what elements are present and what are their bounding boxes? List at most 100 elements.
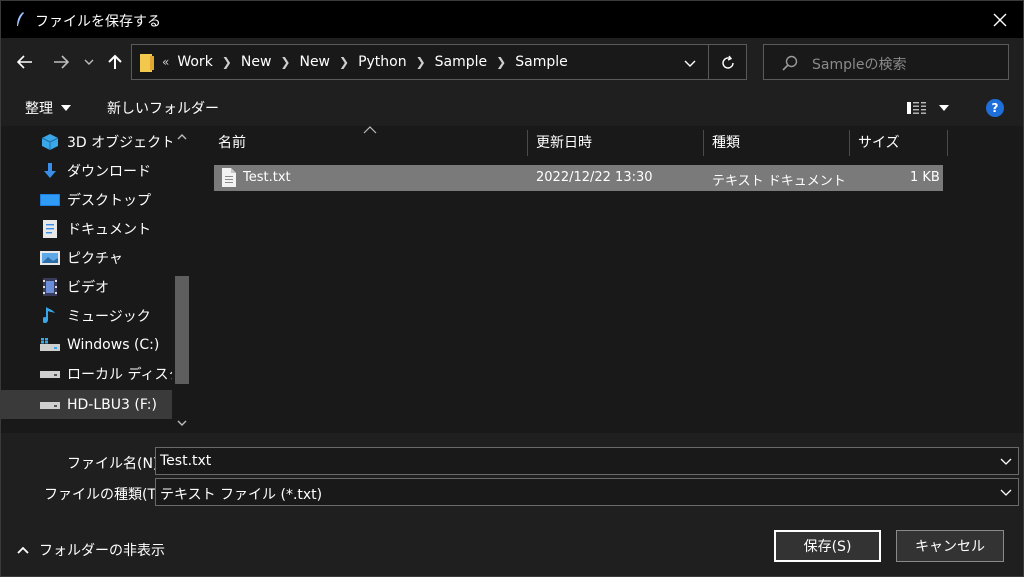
- sidebar-item-label: ミュージック: [67, 308, 151, 325]
- sidebar-item-hd-lbu3-f[interactable]: HD-LBU3 (F:): [1, 390, 172, 419]
- search-box[interactable]: Sampleの検索: [763, 44, 1009, 80]
- scrollbar-thumb[interactable]: [175, 276, 189, 384]
- search-icon: [782, 55, 798, 71]
- sidebar-item-desktop[interactable]: デスクトップ: [1, 185, 172, 214]
- drive-icon: [40, 396, 60, 414]
- navigation-bar: « Work ❯ New ❯ New ❯ Python ❯ Sample ❯ S…: [0, 38, 1024, 88]
- music-icon: [40, 306, 60, 325]
- chevron-down-icon[interactable]: [1000, 487, 1012, 497]
- chevron-up-icon[interactable]: [176, 132, 188, 142]
- sidebar-item-3d-objects[interactable]: 3D オブジェクト: [1, 127, 175, 156]
- address-divider: [708, 45, 709, 79]
- column-header-size[interactable]: サイズ: [858, 126, 900, 158]
- chevron-down-icon[interactable]: [176, 418, 188, 428]
- table-row[interactable]: Test.txt 2022/12/22 13:30 テキスト ドキュメント 1 …: [214, 165, 943, 191]
- sort-ascending-icon: [363, 126, 377, 134]
- organize-button[interactable]: 整理: [25, 98, 71, 118]
- forward-button[interactable]: [49, 50, 73, 74]
- up-button[interactable]: [103, 50, 127, 74]
- breadcrumb-item[interactable]: New: [241, 54, 272, 70]
- breadcrumb-item[interactable]: New: [299, 54, 330, 70]
- chevron-right-icon[interactable]: ❯: [339, 55, 349, 69]
- sidebar-item-videos[interactable]: ビデオ: [1, 272, 172, 301]
- breadcrumb-item[interactable]: Sample: [435, 54, 488, 70]
- back-button[interactable]: [13, 50, 37, 74]
- filetype-selected-value: テキスト ファイル (*.txt): [160, 487, 323, 503]
- 3d-objects-icon: [40, 133, 60, 151]
- filename-label: ファイル名(N):: [67, 456, 164, 472]
- chevron-up-icon: [17, 546, 29, 554]
- column-divider[interactable]: [527, 130, 528, 156]
- column-header-name[interactable]: 名前: [218, 126, 246, 158]
- filetype-select[interactable]: テキスト ファイル (*.txt): [155, 478, 1019, 506]
- sidebar-item-local-disk-d[interactable]: ローカル ディスク (D: [1, 359, 192, 388]
- recent-locations-button[interactable]: [79, 50, 99, 74]
- save-button[interactable]: 保存(S): [774, 530, 881, 562]
- filename-field[interactable]: Test.txt: [155, 447, 1019, 475]
- sidebar-item-label: Windows (C:): [67, 336, 160, 353]
- documents-icon: [40, 219, 60, 238]
- breadcrumb: « Work ❯ New ❯ New ❯ Python ❯ Sample ❯ S…: [162, 54, 568, 70]
- organize-label: 整理: [25, 101, 53, 117]
- quill-icon: [17, 12, 24, 26]
- chevron-right-icon[interactable]: ❯: [416, 55, 426, 69]
- chevron-right-icon[interactable]: ❯: [222, 55, 232, 69]
- column-divider[interactable]: [849, 130, 850, 156]
- save-form: ファイル名(N): Test.txt ファイルの種類(T): テキスト ファイル…: [0, 433, 1024, 577]
- sidebar-scrollbar[interactable]: [172, 126, 192, 433]
- sidebar-item-pictures[interactable]: ピクチャ: [1, 243, 172, 272]
- chevron-down-icon[interactable]: [1000, 456, 1012, 466]
- cancel-button[interactable]: キャンセル: [896, 530, 1004, 562]
- navigation-pane: 3D オブジェクト ダウンロード デスクトップ ドキュメント ピクチャ ビデオ: [0, 126, 192, 433]
- sidebar-item-label: ダウンロード: [67, 163, 151, 180]
- sidebar-item-music[interactable]: ミュージック: [1, 301, 172, 330]
- help-icon[interactable]: ?: [986, 99, 1004, 117]
- arrow-right-icon: [54, 55, 69, 69]
- sidebar-item-label: ドキュメント: [67, 221, 151, 238]
- hide-folders-button[interactable]: フォルダーの非表示: [17, 540, 165, 560]
- arrow-left-icon: [17, 55, 32, 69]
- chevron-down-icon: [84, 59, 94, 65]
- window-title: ファイルを保存する: [35, 14, 161, 30]
- column-label: 種類: [712, 135, 740, 151]
- filename-input[interactable]: Test.txt: [160, 453, 211, 469]
- new-folder-button[interactable]: 新しいフォルダー: [107, 98, 219, 118]
- text-file-icon: [222, 168, 236, 187]
- command-bar: 整理 新しいフォルダー: [0, 88, 1024, 126]
- download-icon: [40, 162, 60, 180]
- sidebar-item-label: ビデオ: [67, 279, 109, 296]
- refresh-button[interactable]: [718, 53, 738, 73]
- hide-folders-label: フォルダーの非表示: [39, 543, 165, 559]
- breadcrumb-item[interactable]: Sample: [515, 54, 568, 70]
- file-size: 1 KB: [910, 170, 940, 185]
- sidebar-item-documents[interactable]: ドキュメント: [1, 214, 172, 243]
- search-input[interactable]: Sampleの検索: [812, 54, 907, 74]
- drive-icon: [40, 365, 60, 383]
- file-modified: 2022/12/22 13:30: [536, 170, 653, 185]
- desktop-icon: [40, 191, 60, 209]
- sidebar-item-windows-c[interactable]: Windows (C:): [1, 330, 172, 359]
- address-bar[interactable]: « Work ❯ New ❯ New ❯ Python ❯ Sample ❯ S…: [131, 44, 747, 80]
- change-view-button[interactable]: [907, 99, 953, 117]
- sidebar-item-label: HD-LBU3 (F:): [67, 396, 157, 413]
- column-label: サイズ: [858, 135, 900, 151]
- sidebar-item-downloads[interactable]: ダウンロード: [1, 156, 172, 185]
- chevron-down-icon: [684, 60, 696, 67]
- sidebar-item-label: デスクトップ: [67, 192, 151, 209]
- file-type: テキスト ドキュメント: [712, 174, 846, 189]
- breadcrumb-overflow[interactable]: «: [162, 55, 169, 69]
- column-label: 名前: [218, 135, 246, 151]
- column-header-type[interactable]: 種類: [712, 126, 740, 158]
- chevron-right-icon[interactable]: ❯: [496, 55, 506, 69]
- close-button[interactable]: [977, 1, 1023, 39]
- caret-down-icon: [939, 105, 949, 111]
- breadcrumb-item[interactable]: Python: [358, 54, 407, 70]
- address-history-button[interactable]: [680, 53, 700, 73]
- column-divider[interactable]: [703, 130, 704, 156]
- column-header-modified[interactable]: 更新日時: [536, 126, 592, 158]
- breadcrumb-item[interactable]: Work: [177, 54, 212, 70]
- refresh-icon: [722, 55, 734, 69]
- chevron-right-icon[interactable]: ❯: [280, 55, 290, 69]
- videos-icon: [40, 277, 60, 296]
- column-divider[interactable]: [947, 130, 948, 156]
